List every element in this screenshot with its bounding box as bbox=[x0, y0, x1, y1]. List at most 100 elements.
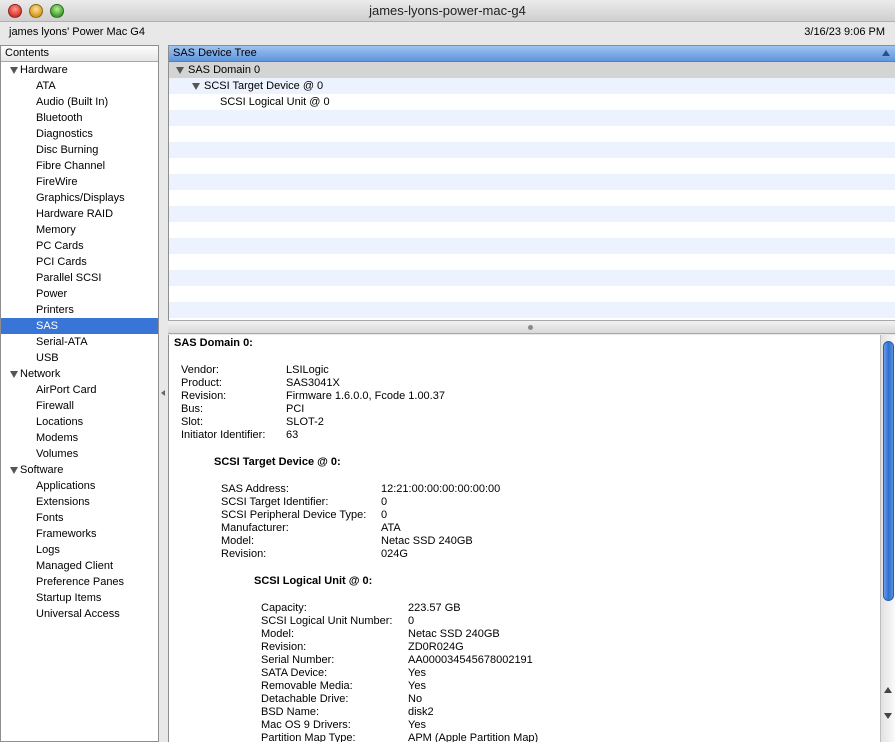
sidebar-item-graphics-displays[interactable]: Graphics/Displays bbox=[1, 190, 158, 206]
field-label: SCSI Peripheral Device Type: bbox=[221, 509, 367, 521]
sidebar-item-pc-cards[interactable]: PC Cards bbox=[1, 238, 158, 254]
field-label: Revision: bbox=[181, 390, 227, 402]
sidebar-group-label: Hardware bbox=[20, 64, 68, 76]
sidebar-item-frameworks[interactable]: Frameworks bbox=[1, 526, 158, 542]
field-value: No bbox=[408, 693, 423, 705]
device-tree-empty-row bbox=[169, 126, 895, 142]
device-tree-empty-row bbox=[169, 302, 895, 318]
sidebar-item-pci-cards[interactable]: PCI Cards bbox=[1, 254, 158, 270]
field-label: Model: bbox=[221, 535, 255, 547]
field-value: 12:21:00:00:00:00:00:00 bbox=[381, 483, 501, 495]
sidebar-group-label: Software bbox=[20, 464, 64, 476]
field-value: AA000034545678002191 bbox=[408, 654, 533, 666]
device-tree-empty-row bbox=[169, 270, 895, 286]
sidebar-item-memory[interactable]: Memory bbox=[1, 222, 158, 238]
sidebar-header[interactable]: Contents bbox=[1, 46, 158, 62]
contents-sidebar[interactable]: Contents Hardware ATA Audio (Built In) Blue… bbox=[0, 45, 159, 742]
sidebar-item-fonts[interactable]: Fonts bbox=[1, 510, 158, 526]
field-value: 0 bbox=[381, 509, 388, 521]
field-value: SLOT-2 bbox=[286, 416, 324, 428]
sidebar-item-ata[interactable]: ATA bbox=[1, 78, 158, 94]
sidebar-item-preference-panes[interactable]: Preference Panes bbox=[1, 574, 158, 590]
sidebar-item-volumes[interactable]: Volumes bbox=[1, 446, 158, 462]
splitter-grip-icon[interactable] bbox=[161, 390, 165, 396]
device-tree-empty-row bbox=[169, 190, 895, 206]
field-value: 0 bbox=[408, 615, 415, 627]
disclosure-triangle-icon[interactable] bbox=[192, 83, 200, 90]
scrollbar-thumb[interactable] bbox=[883, 341, 894, 601]
field-value: SAS3041X bbox=[286, 377, 340, 389]
device-tree-empty-row bbox=[169, 142, 895, 158]
field-value: Netac SSD 240GB bbox=[381, 535, 473, 547]
sidebar-item-startup-items[interactable]: Startup Items bbox=[1, 590, 158, 606]
device-tree-empty-row bbox=[169, 286, 895, 302]
sidebar-item-sas[interactable]: SAS bbox=[1, 318, 158, 334]
sidebar-item-airport-card[interactable]: AirPort Card bbox=[1, 382, 158, 398]
field-label: SATA Device: bbox=[261, 667, 328, 679]
scroll-down-arrow-icon[interactable] bbox=[884, 713, 892, 719]
splitter-dimple-icon[interactable] bbox=[528, 325, 533, 330]
device-tree-row[interactable]: SAS Domain 0 bbox=[169, 62, 895, 78]
field-label: Bus: bbox=[181, 403, 204, 415]
scroll-up-arrow-icon[interactable] bbox=[884, 687, 892, 693]
field-label: Serial Number: bbox=[261, 654, 335, 666]
sidebar-item-diagnostics[interactable]: Diagnostics bbox=[1, 126, 158, 142]
lun-heading: SCSI Logical Unit @ 0: bbox=[254, 575, 373, 587]
field-label: Mac OS 9 Drivers: bbox=[261, 719, 351, 731]
info-bar: james lyons' Power Mac G4 3/16/23 9:06 P… bbox=[0, 23, 895, 43]
window-title: james-lyons-power-mac-g4 bbox=[369, 3, 526, 18]
field-label: Slot: bbox=[181, 416, 204, 428]
field-value: ATA bbox=[381, 522, 401, 534]
sidebar-tree: Hardware ATA Audio (Built In) Bluetooth Diag… bbox=[1, 62, 158, 622]
sidebar-group-hardware[interactable]: Hardware bbox=[1, 62, 158, 78]
sidebar-item-universal-access[interactable]: Universal Access bbox=[1, 606, 158, 622]
disclosure-triangle-icon[interactable] bbox=[10, 67, 18, 74]
sidebar-item-firewire[interactable]: FireWire bbox=[1, 174, 158, 190]
field-value: APM (Apple Partition Map) bbox=[408, 732, 539, 742]
sidebar-item-modems[interactable]: Modems bbox=[1, 430, 158, 446]
device-tree-column-header[interactable]: SAS Device Tree bbox=[169, 46, 895, 62]
disclosure-triangle-icon[interactable] bbox=[10, 371, 18, 378]
field-label: Manufacturer: bbox=[221, 522, 289, 534]
detail-scrollbar[interactable] bbox=[880, 335, 895, 742]
pane-splitter[interactable] bbox=[168, 320, 895, 334]
field-value: Yes bbox=[408, 680, 426, 692]
field-value: disk2 bbox=[408, 706, 434, 718]
sidebar-group-software[interactable]: Software bbox=[1, 462, 158, 478]
sidebar-item-usb[interactable]: USB bbox=[1, 350, 158, 366]
sidebar-item-power[interactable]: Power bbox=[1, 286, 158, 302]
field-label: Model: bbox=[261, 628, 295, 640]
sidebar-item-disc-burning[interactable]: Disc Burning bbox=[1, 142, 158, 158]
sidebar-item-applications[interactable]: Applications bbox=[1, 478, 158, 494]
detail-pane: SAS Domain 0: Vendor: LSILogic Product: SAS… bbox=[168, 335, 895, 742]
sidebar-group-network[interactable]: Network bbox=[1, 366, 158, 382]
field-value: LSILogic bbox=[286, 364, 329, 376]
sidebar-item-managed-client[interactable]: Managed Client bbox=[1, 558, 158, 574]
sidebar-item-extensions[interactable]: Extensions bbox=[1, 494, 158, 510]
field-label: Product: bbox=[181, 377, 222, 389]
disclosure-triangle-icon[interactable] bbox=[176, 67, 184, 74]
disclosure-triangle-icon[interactable] bbox=[10, 467, 18, 474]
sidebar-item-audio-built-in[interactable]: Audio (Built In) bbox=[1, 94, 158, 110]
sidebar-item-firewall[interactable]: Firewall bbox=[1, 398, 158, 414]
sidebar-item-hardware-raid[interactable]: Hardware RAID bbox=[1, 206, 158, 222]
field-label: Vendor: bbox=[181, 364, 219, 376]
device-tree-row[interactable]: SCSI Target Device @ 0 bbox=[169, 78, 895, 94]
sidebar-item-fibre-channel[interactable]: Fibre Channel bbox=[1, 158, 158, 174]
sidebar-item-parallel-scsi[interactable]: Parallel SCSI bbox=[1, 270, 158, 286]
device-tree-empty-row bbox=[169, 110, 895, 126]
device-tree-row[interactable]: SCSI Logical Unit @ 0 bbox=[169, 94, 895, 110]
field-value: ZD0R024G bbox=[408, 641, 464, 653]
sidebar-item-locations[interactable]: Locations bbox=[1, 414, 158, 430]
sidebar-item-printers[interactable]: Printers bbox=[1, 302, 158, 318]
sidebar-item-logs[interactable]: Logs bbox=[1, 542, 158, 558]
target-heading: SCSI Target Device @ 0: bbox=[214, 456, 341, 468]
field-value: 223.57 GB bbox=[408, 602, 461, 614]
sidebar-item-bluetooth[interactable]: Bluetooth bbox=[1, 110, 158, 126]
field-value: 0 bbox=[381, 496, 388, 508]
device-tree-empty-row bbox=[169, 158, 895, 174]
field-label: SCSI Logical Unit Number: bbox=[261, 615, 393, 627]
sidebar-item-serial-ata[interactable]: Serial-ATA bbox=[1, 334, 158, 350]
device-tree-empty-row bbox=[169, 206, 895, 222]
computer-name: james lyons' Power Mac G4 bbox=[9, 26, 145, 38]
